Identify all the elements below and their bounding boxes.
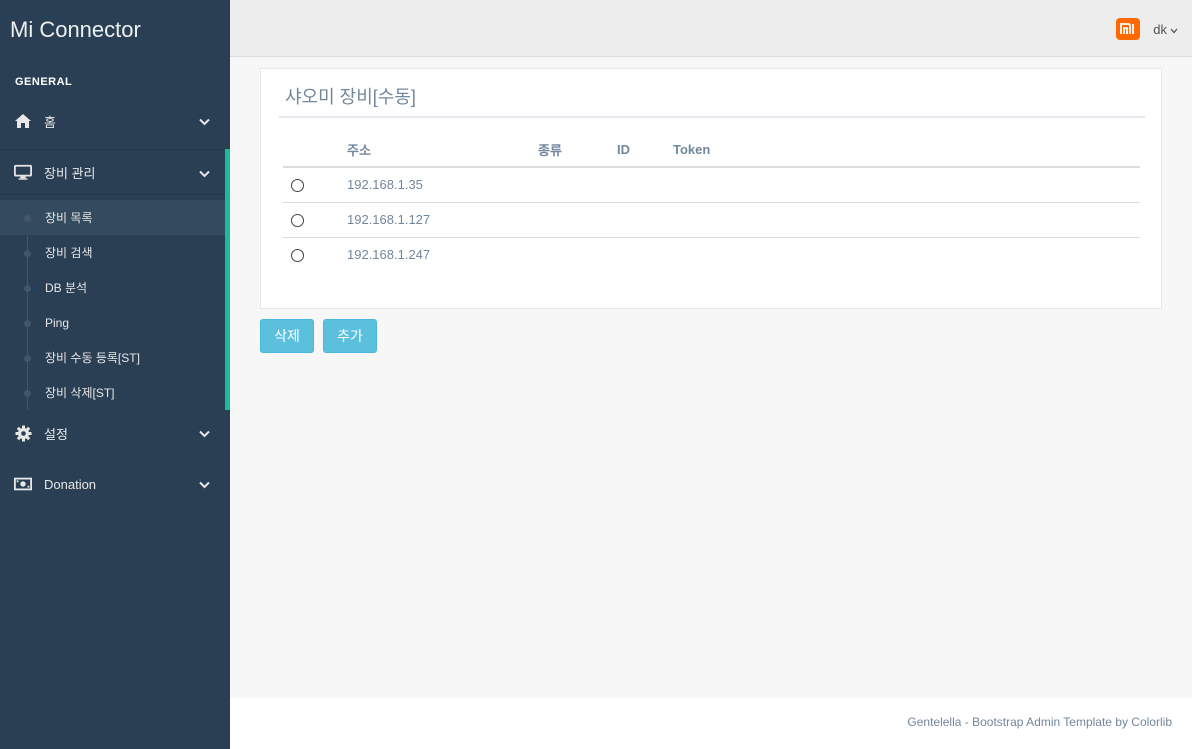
brand-title[interactable]: Mi Connector (0, 0, 230, 57)
chevron-down-icon (199, 426, 210, 441)
submenu-item-db-analysis[interactable]: DB 분석 (0, 270, 225, 305)
submenu-item-ping[interactable]: Ping (0, 305, 225, 340)
sidebar-item-label: 홈 (44, 114, 56, 130)
active-indicator (225, 149, 230, 410)
sidebar-item-device-management[interactable]: 장비 관리 (0, 149, 230, 195)
sidebar-item-label: 장비 관리 (44, 165, 96, 181)
divider (279, 116, 1145, 118)
device-table: 주소 종류 ID Token 192.168.1.35 192.168.1.12… (283, 133, 1140, 272)
delete-button[interactable]: 삭제 (260, 319, 314, 353)
cell-type (538, 167, 617, 202)
submenu-item-label: 장비 삭제[ST] (45, 386, 115, 400)
cell-address: 192.168.1.35 (347, 177, 423, 193)
footer-credit[interactable]: Gentelella - Bootstrap Admin Template by… (907, 715, 1172, 729)
bullet-icon (24, 320, 31, 327)
top-navbar: dk (230, 0, 1192, 57)
submenu-item-label: 장비 목록 (45, 211, 93, 225)
sidebar-item-donation[interactable]: Donation (0, 461, 230, 507)
cell-token (673, 167, 1140, 202)
table-row: 192.168.1.35 (283, 167, 1140, 202)
submenu-item-manual-register[interactable]: 장비 수동 등록[ST] (0, 340, 225, 375)
column-header-address: 주소 (347, 133, 538, 168)
chevron-down-icon (1170, 22, 1178, 37)
bullet-icon (24, 215, 31, 222)
sidebar-item-settings[interactable]: 설정 (0, 410, 230, 456)
cell-id (617, 236, 673, 272)
submenu-item-label: 장비 수동 등록[ST] (45, 351, 140, 365)
submenu-item-device-search[interactable]: 장비 검색 (0, 235, 225, 270)
bullet-icon (24, 390, 31, 397)
chevron-down-icon (199, 114, 210, 129)
bullet-icon (24, 250, 31, 257)
user-name: dk (1153, 21, 1167, 37)
cell-token (673, 236, 1140, 272)
column-header-id: ID (617, 133, 673, 168)
money-icon (14, 475, 32, 493)
column-header-token: Token (673, 133, 1140, 168)
user-menu[interactable]: dk (1116, 18, 1178, 40)
cell-type (538, 201, 617, 237)
footer: Gentelella - Bootstrap Admin Template by… (230, 698, 1192, 749)
column-select (283, 133, 347, 168)
table-header-row: 주소 종류 ID Token (283, 133, 1140, 168)
table-row: 192.168.1.127 (283, 201, 1140, 237)
panel-title: 샤오미 장비[수동] (285, 87, 416, 107)
desktop-icon (14, 163, 32, 181)
sidebar-item-label: Donation (44, 476, 97, 492)
cell-id (617, 167, 673, 202)
cell-id (617, 201, 673, 237)
gear-icon (14, 424, 32, 442)
cell-type (538, 236, 617, 272)
home-icon (14, 112, 32, 130)
add-button[interactable]: 추가 (323, 319, 377, 353)
row-radio[interactable] (291, 213, 304, 227)
cell-token (673, 201, 1140, 237)
submenu-item-device-delete[interactable]: 장비 삭제[ST] (0, 375, 225, 410)
chevron-down-icon (199, 166, 210, 181)
sidebar-item-home[interactable]: 홈 (0, 98, 230, 144)
submenu-item-label: 장비 검색 (45, 246, 93, 260)
cell-address: 192.168.1.127 (347, 201, 538, 237)
bullet-icon (24, 285, 31, 292)
submenu-item-label: Ping (45, 315, 70, 330)
sidebar: Mi Connector GENERAL 홈 장비 관리 장비 목록 장비 검색… (0, 0, 230, 749)
bullet-icon (24, 355, 31, 362)
table-row: 192.168.1.247 (283, 236, 1140, 272)
cell-address: 192.168.1.247 (347, 236, 538, 272)
chevron-down-icon (199, 477, 210, 492)
row-radio[interactable] (291, 178, 304, 192)
submenu-item-label: DB 분석 (45, 281, 88, 295)
sidebar-item-label: 설정 (44, 426, 68, 442)
row-radio[interactable] (291, 248, 304, 262)
submenu-item-device-list[interactable]: 장비 목록 (0, 200, 225, 235)
device-panel: 샤오미 장비[수동] 주소 종류 ID Token 192.168.1.35 1… (260, 68, 1162, 309)
mi-logo-icon (1116, 18, 1141, 40)
column-header-type: 종류 (538, 133, 617, 168)
section-title-general: GENERAL (15, 76, 73, 88)
